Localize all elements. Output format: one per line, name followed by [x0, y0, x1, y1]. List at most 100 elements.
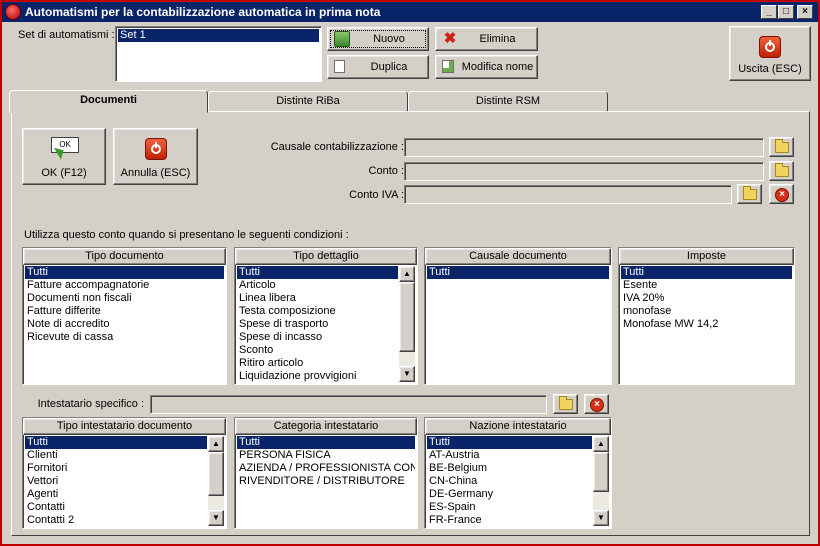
list-item[interactable]: Fatture accompagnatorie: [25, 279, 224, 292]
list-item[interactable]: Tutti: [25, 436, 207, 449]
main-window: Automatismi per la contabilizzazione aut…: [0, 0, 820, 546]
list-item[interactable]: BE-Belgium: [427, 462, 592, 475]
folder-icon: [743, 186, 757, 200]
list-item[interactable]: Vettori: [25, 475, 207, 488]
list-item[interactable]: Note di accredito: [25, 318, 224, 331]
folder-icon: [559, 396, 573, 410]
scroll-down-icon[interactable]: ▼: [399, 366, 415, 382]
scroll-up-icon[interactable]: ▲: [593, 436, 609, 452]
list-header[interactable]: Nazione intestatario: [425, 418, 611, 435]
list-header[interactable]: Causale documento: [425, 248, 611, 265]
new-button-label: Nuovo: [373, 33, 405, 45]
categoria-intestatario-list[interactable]: Categoria intestatario Tutti PERSONA FIS…: [234, 417, 418, 529]
tipo-dettaglio-list[interactable]: Tipo dettaglio Tutti Articolo Linea libe…: [234, 247, 418, 385]
list-item[interactable]: DE-Germany: [427, 488, 592, 501]
scroll-thumb[interactable]: [593, 452, 609, 492]
minimize-button[interactable]: _: [761, 5, 777, 19]
tab-distinte-rsm[interactable]: Distinte RSM: [408, 91, 608, 112]
list-item[interactable]: Tutti: [427, 266, 609, 279]
new-button[interactable]: Nuovo: [327, 27, 429, 51]
list-header[interactable]: Tipo intestatario documento: [23, 418, 226, 435]
maximize-button[interactable]: □: [778, 5, 794, 19]
list-item[interactable]: Tutti: [427, 436, 592, 449]
list-item[interactable]: monofase: [621, 305, 792, 318]
imposte-list[interactable]: Imposte Tutti Esente IVA 20% monofase Mo…: [618, 247, 795, 385]
conto-iva-clear-button[interactable]: ×: [769, 184, 794, 204]
list-item[interactable]: Articolo: [237, 279, 398, 292]
delete-button[interactable]: ✖ Elimina: [435, 27, 538, 51]
tab-documenti[interactable]: Documenti: [9, 90, 208, 113]
list-header[interactable]: Tipo dettaglio: [235, 248, 417, 265]
list-item[interactable]: Documenti non fiscali: [25, 292, 224, 305]
causale-documento-list[interactable]: Causale documento Tutti: [424, 247, 612, 385]
list-item[interactable]: Linea libera: [237, 292, 398, 305]
scroll-thumb[interactable]: [208, 452, 224, 496]
list-header[interactable]: Tipo documento: [23, 248, 226, 265]
list-item[interactable]: ES-Spain: [427, 501, 592, 514]
folder-icon: [775, 163, 789, 177]
list-item[interactable]: Spese di trasporto: [237, 318, 398, 331]
cancel-button[interactable]: Annulla (ESC): [113, 128, 198, 185]
list-item[interactable]: Tutti: [621, 266, 792, 279]
vertical-scrollbar[interactable]: ▲ ▼: [208, 436, 224, 526]
list-item[interactable]: PERSONA FISICA: [237, 449, 415, 462]
conto-field[interactable]: [404, 162, 764, 181]
scroll-thumb[interactable]: [399, 282, 415, 352]
duplicate-button-label: Duplica: [370, 61, 408, 73]
list-item[interactable]: Ritiro articolo: [237, 357, 398, 370]
causale-browse-button[interactable]: [769, 137, 794, 157]
scroll-down-icon[interactable]: ▼: [593, 510, 609, 526]
set-list-item[interactable]: Set 1: [118, 29, 319, 42]
list-item[interactable]: Spese di incasso: [237, 331, 398, 344]
exit-icon: [759, 36, 781, 58]
exit-button[interactable]: Uscita (ESC): [729, 26, 811, 81]
conto-iva-field[interactable]: [404, 185, 732, 204]
scroll-down-icon[interactable]: ▼: [208, 510, 224, 526]
list-item[interactable]: Testa composizione: [237, 305, 398, 318]
list-item[interactable]: Ricevute di cassa: [25, 331, 224, 344]
rename-button[interactable]: Modifica nome: [435, 55, 538, 79]
set-list[interactable]: Set 1: [115, 26, 322, 82]
set-label: Set di automatismi :: [18, 29, 115, 41]
tipo-intestatario-list[interactable]: Tipo intestatario documento Tutti Client…: [22, 417, 227, 529]
intestatario-clear-button[interactable]: ×: [584, 394, 609, 414]
conto-browse-button[interactable]: [769, 161, 794, 181]
list-item[interactable]: Liquidazione provvigioni: [237, 370, 398, 382]
vertical-scrollbar[interactable]: ▲ ▼: [399, 266, 415, 382]
list-item[interactable]: Tutti: [25, 266, 224, 279]
intestatario-browse-button[interactable]: [553, 394, 578, 414]
rename-button-label: Modifica nome: [461, 61, 534, 73]
list-item[interactable]: Sconto: [237, 344, 398, 357]
list-item[interactable]: Tutti: [237, 436, 415, 449]
list-item[interactable]: Clienti: [25, 449, 207, 462]
nazione-intestatario-list[interactable]: Nazione intestatario Tutti AT-Austria BE…: [424, 417, 612, 529]
list-item[interactable]: Contatti: [25, 501, 207, 514]
tab-distinte-riba[interactable]: Distinte RiBa: [208, 91, 408, 112]
list-item[interactable]: AT-Austria: [427, 449, 592, 462]
list-item[interactable]: Monofase MW 14,2: [621, 318, 792, 331]
list-item[interactable]: Fatture differite: [25, 305, 224, 318]
scroll-up-icon[interactable]: ▲: [399, 266, 415, 282]
tipo-documento-list[interactable]: Tipo documento Tutti Fatture accompagnat…: [22, 247, 227, 385]
ok-button[interactable]: OK OK (F12): [22, 128, 106, 185]
causale-field[interactable]: [404, 138, 764, 157]
list-header[interactable]: Imposte: [619, 248, 794, 265]
list-item[interactable]: RIVENDITORE / DISTRIBUTORE: [237, 475, 415, 488]
duplicate-button[interactable]: Duplica: [327, 55, 429, 79]
list-item[interactable]: IVA 20%: [621, 292, 792, 305]
list-item[interactable]: FR-France: [427, 514, 592, 526]
vertical-scrollbar[interactable]: ▲ ▼: [593, 436, 609, 526]
scroll-up-icon[interactable]: ▲: [208, 436, 224, 452]
list-item[interactable]: Esente: [621, 279, 792, 292]
list-header[interactable]: Categoria intestatario: [235, 418, 417, 435]
list-item[interactable]: AZIENDA / PROFESSIONISTA CON: [237, 462, 415, 475]
list-item[interactable]: Contatti 2: [25, 514, 207, 526]
conto-iva-browse-button[interactable]: [737, 184, 762, 204]
list-item[interactable]: CN-China: [427, 475, 592, 488]
list-item[interactable]: Fornitori: [25, 462, 207, 475]
list-item[interactable]: Tutti: [237, 266, 398, 279]
title-bar[interactable]: Automatismi per la contabilizzazione aut…: [2, 2, 818, 22]
intestatario-field[interactable]: [150, 395, 547, 414]
close-button[interactable]: ×: [797, 5, 813, 19]
list-item[interactable]: Agenti: [25, 488, 207, 501]
